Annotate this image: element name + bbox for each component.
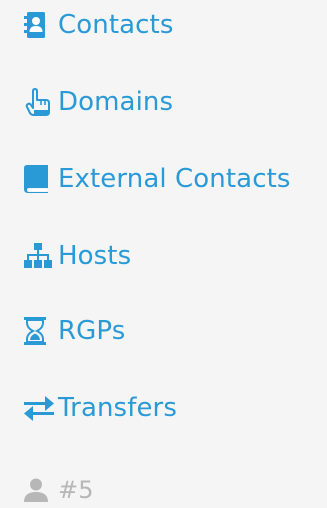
side-navigation: Contacts Domains External Contacts Hosts… <box>0 0 327 504</box>
nav-item-label: Hosts <box>58 241 132 271</box>
nav-item-transfers[interactable]: Transfers <box>24 390 177 426</box>
nav-item-external-contacts[interactable]: External Contacts <box>24 161 291 197</box>
nav-item-label: External Contacts <box>58 164 291 194</box>
nav-item-domains[interactable]: Domains <box>24 84 173 120</box>
hand-pointer-icon <box>24 87 58 117</box>
sitemap-icon <box>24 241 58 271</box>
address-book-icon <box>24 10 58 40</box>
user-label: #5 <box>58 476 94 504</box>
nav-item-label: Contacts <box>58 10 174 40</box>
book-icon <box>24 164 58 194</box>
nav-item-hosts[interactable]: Hosts <box>24 238 131 274</box>
user-icon <box>24 475 58 505</box>
nav-item-label: Transfers <box>58 393 177 423</box>
nav-item-label: Domains <box>58 87 174 117</box>
nav-item-contacts[interactable]: Contacts <box>24 7 174 43</box>
nav-item-label: RGPs <box>58 316 126 346</box>
exchange-arrows-icon <box>24 393 58 423</box>
nav-item-rgps[interactable]: RGPs <box>24 313 125 349</box>
nav-item-user[interactable]: #5 <box>24 472 94 508</box>
hourglass-icon <box>24 316 58 346</box>
